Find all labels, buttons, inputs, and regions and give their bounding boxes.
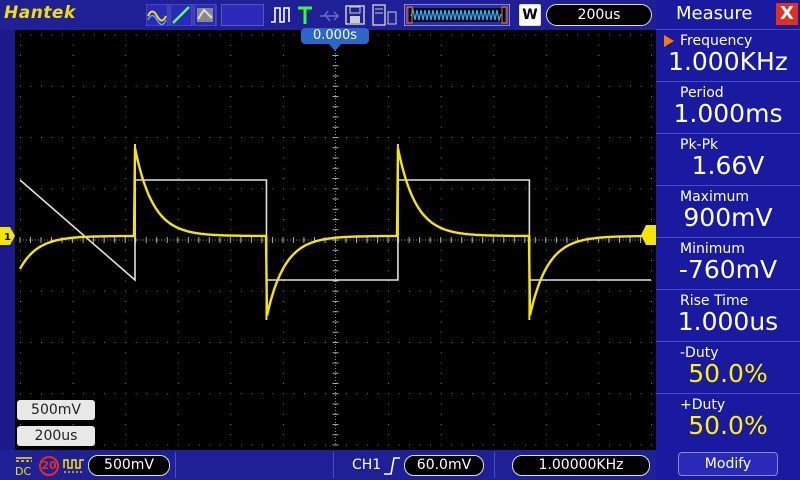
trigger-level-readout[interactable]: 60.0mV <box>404 455 484 476</box>
top-status-bar: Hantek W 200us <box>0 0 656 30</box>
measure-item-pk-pk[interactable]: Pk-Pk 1.66V <box>656 133 800 185</box>
display-mode-icons[interactable] <box>146 4 218 26</box>
ch1-scale-box: 500mV <box>17 400 95 420</box>
measure-item-neg-duty[interactable]: -Duty 50.0% <box>656 341 800 393</box>
trigger-level-marker-icon[interactable] <box>641 224 657 246</box>
time-scale-box: 200us <box>17 426 95 446</box>
print-icon[interactable] <box>370 4 398 26</box>
measure-item-value: -760mV <box>678 255 778 284</box>
close-button[interactable]: X <box>776 3 798 25</box>
run-state-icon[interactable] <box>269 4 293 26</box>
measure-item-period[interactable]: Period 1.000ms <box>656 81 800 133</box>
measure-item-frequency[interactable]: Frequency 1.000KHz <box>656 29 800 81</box>
measure-item-maximum[interactable]: Maximum 900mV <box>656 185 800 237</box>
timebase-readout[interactable]: 200us <box>546 4 652 26</box>
measure-item-rise-time[interactable]: Rise Time 1.000us <box>656 289 800 341</box>
trigger-rising-edge-icon[interactable] <box>383 455 401 477</box>
brand-logo: Hantek <box>4 3 76 23</box>
measure-item-value: 1.000ms <box>673 99 783 128</box>
measure-item-value: 50.0% <box>688 411 768 440</box>
ch1-volts-readout[interactable]: 500mV <box>88 455 170 476</box>
trigger-t-icon[interactable] <box>296 4 314 26</box>
ch1-ground-marker-icon[interactable]: 1 <box>0 226 16 246</box>
usb-icon <box>320 10 340 22</box>
trigger-position-label[interactable]: 0.000s <box>301 28 369 44</box>
bandwidth-limit-badge[interactable]: 20 <box>39 456 59 476</box>
trigger-source-label[interactable]: CH1 <box>352 457 381 473</box>
measure-item-value: 900mV <box>683 203 773 232</box>
measure-panel-header: Measure X <box>656 0 800 28</box>
modify-button[interactable]: Modify <box>678 452 778 476</box>
window-mode-button[interactable]: W <box>519 4 541 26</box>
svg-text:DC: DC <box>15 465 31 477</box>
coupling-dc-icon[interactable]: DC <box>14 455 34 477</box>
measure-item-pos-duty[interactable]: +Duty 50.0% <box>656 393 800 445</box>
measure-item-value: 50.0% <box>688 359 768 388</box>
center-axis-ticks <box>19 34 652 446</box>
save-icon[interactable] <box>344 4 366 26</box>
memory-waveform-overview[interactable] <box>404 4 510 26</box>
measure-item-minimum[interactable]: Minimum -760mV <box>656 237 800 289</box>
oscilloscope-screen <box>15 30 656 450</box>
ch1-waveform-icon <box>63 459 84 473</box>
waveform-display <box>18 34 652 446</box>
persistence-indicator <box>221 4 264 26</box>
measure-panel-title: Measure <box>676 3 753 24</box>
measure-item-value: 1.66V <box>691 151 765 180</box>
selected-arrow-icon <box>664 35 674 47</box>
measure-item-value: 1.000KHz <box>668 47 788 76</box>
measure-panel: Measure X Frequency 1.000KHz Period 1.00… <box>656 0 800 480</box>
trigger-position-arrow-icon <box>328 43 342 51</box>
frequency-counter-readout: 1.00000KHz <box>512 455 650 476</box>
measure-item-value: 1.000us <box>677 307 779 336</box>
svg-text:1: 1 <box>4 232 11 243</box>
